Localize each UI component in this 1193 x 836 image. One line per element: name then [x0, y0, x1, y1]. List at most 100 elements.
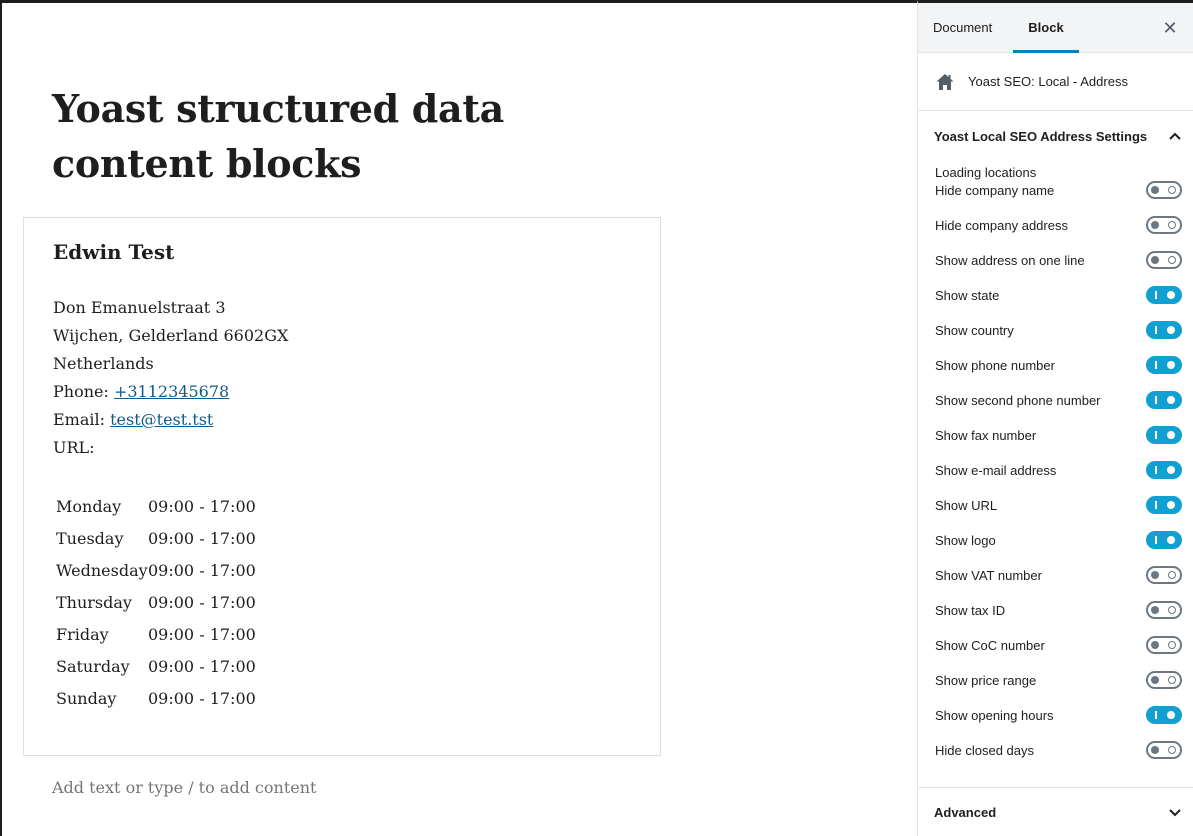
phone-line: Phone: +3112345678: [53, 378, 288, 406]
hours-time: 09:00 - 17:00: [148, 624, 256, 644]
toggle-switch[interactable]: [1146, 461, 1182, 479]
toggle-row: Show price range: [935, 671, 1183, 691]
toggle-label: Show URL: [935, 498, 998, 513]
toggle-on-mark: [1155, 711, 1157, 719]
toggle-switch[interactable]: [1146, 251, 1182, 269]
hours-time: 09:00 - 17:00: [148, 528, 256, 548]
add-block-placeholder[interactable]: Add text or type / to add content: [52, 778, 316, 797]
toggle-row: Show state: [935, 286, 1183, 306]
toggle-knob: [1151, 606, 1159, 614]
toggle-off-mark: [1168, 571, 1176, 579]
hours-day: Thursday: [56, 592, 132, 612]
toggle-switch[interactable]: [1146, 216, 1182, 234]
editor-canvas: Yoast structured data content blocks Edw…: [0, 0, 917, 836]
toggle-row: Show URL: [935, 496, 1183, 516]
advanced-panel-toggle[interactable]: Advanced: [918, 787, 1193, 836]
toggle-row: Hide company address: [935, 216, 1183, 236]
street-line: Don Emanuelstraat 3: [53, 298, 226, 317]
email-link[interactable]: test@test.tst: [110, 410, 213, 429]
tab-document[interactable]: Document: [933, 3, 992, 53]
toggle-knob: [1167, 536, 1175, 544]
block-card: Yoast SEO: Local - Address: [918, 54, 1193, 111]
toggle-row: Show phone number: [935, 356, 1183, 376]
hours-row: Wednesday 09:00 - 17:00: [56, 554, 256, 586]
toggle-label: Show country: [935, 323, 1014, 338]
toggle-label: Show opening hours: [935, 708, 1054, 723]
toggle-on-mark: [1155, 501, 1157, 509]
toggle-knob: [1151, 256, 1159, 264]
panel-title: Yoast Local SEO Address Settings: [934, 129, 1148, 144]
toggle-label: Show state: [935, 288, 1000, 303]
toggle-label: Show VAT number: [935, 568, 1042, 583]
toggle-knob: [1167, 466, 1175, 474]
toggle-label: Show CoC number: [935, 638, 1045, 653]
toggle-knob: [1151, 641, 1159, 649]
toggle-knob: [1151, 746, 1159, 754]
toggle-label: Show second phone number: [935, 393, 1101, 408]
toggle-switch[interactable]: [1146, 531, 1182, 549]
toggle-switch[interactable]: [1146, 391, 1182, 409]
hours-row: Saturday 09:00 - 17:00: [56, 650, 256, 682]
hours-row: Thursday 09:00 - 17:00: [56, 586, 256, 618]
toggle-off-mark: [1168, 221, 1176, 229]
toggle-label: Hide closed days: [935, 743, 1034, 758]
hours-day: Monday: [56, 496, 122, 516]
address-block[interactable]: Edwin Test Don Emanuelstraat 3 Wijchen, …: [23, 217, 661, 756]
toggle-off-mark: [1168, 641, 1176, 649]
tab-block[interactable]: Block: [1013, 3, 1079, 53]
toggle-switch[interactable]: [1146, 426, 1182, 444]
toggle-knob: [1167, 291, 1175, 299]
toggle-switch[interactable]: [1146, 636, 1182, 654]
toggle-switch[interactable]: [1146, 741, 1182, 759]
toggle-label: Show e-mail address: [935, 463, 1057, 478]
toggle-row: Hide company name: [935, 181, 1183, 201]
toggle-row: Show fax number: [935, 426, 1183, 446]
toggle-switch[interactable]: [1146, 566, 1182, 584]
hours-row: Monday 09:00 - 17:00: [56, 490, 256, 522]
post-title[interactable]: Yoast structured data content blocks: [52, 81, 572, 191]
phone-link[interactable]: +3112345678: [114, 382, 229, 401]
toggle-off-mark: [1168, 676, 1176, 684]
settings-sidebar: Document Block ✕ Yoast SEO: Local - Addr…: [917, 0, 1193, 836]
toggle-switch[interactable]: [1146, 671, 1182, 689]
address-lines: Don Emanuelstraat 3 Wijchen, Gelderland …: [53, 294, 288, 462]
toggle-row: Show e-mail address: [935, 461, 1183, 481]
toggle-label: Show address on one line: [935, 253, 1085, 268]
toggle-row: Show opening hours: [935, 706, 1183, 726]
hours-time: 09:00 - 17:00: [148, 496, 256, 516]
toggle-off-mark: [1168, 606, 1176, 614]
toggle-knob: [1167, 361, 1175, 369]
hours-day: Sunday: [56, 688, 117, 708]
opening-hours-table: Monday 09:00 - 17:00 Tuesday 09:00 - 17:00 W…: [56, 490, 256, 714]
toggle-off-mark: [1168, 186, 1176, 194]
close-icon[interactable]: ✕: [1161, 19, 1179, 37]
city-line: Wijchen, Gelderland 6602GX: [53, 326, 289, 345]
toggle-on-mark: [1155, 291, 1157, 299]
toggle-off-mark: [1168, 256, 1176, 264]
toggle-row: Show VAT number: [935, 566, 1183, 586]
block-card-title: Yoast SEO: Local - Address: [968, 74, 1128, 89]
hours-time: 09:00 - 17:00: [148, 656, 256, 676]
toggle-switch[interactable]: [1146, 601, 1182, 619]
hours-day: Friday: [56, 624, 109, 644]
phone-label: Phone:: [53, 382, 109, 401]
toggle-switch[interactable]: [1146, 181, 1182, 199]
chevron-up-icon: [1169, 132, 1181, 140]
chevron-down-icon: [1169, 809, 1181, 817]
toggle-knob: [1151, 221, 1159, 229]
toggle-label: Show tax ID: [935, 603, 1006, 618]
toggle-knob: [1167, 396, 1175, 404]
toggle-switch[interactable]: [1146, 496, 1182, 514]
toggle-label: Show phone number: [935, 358, 1055, 373]
toggle-switch[interactable]: [1146, 356, 1182, 374]
toggle-knob: [1167, 501, 1175, 509]
toggle-switch[interactable]: [1146, 286, 1182, 304]
settings-panel-toggle[interactable]: Yoast Local SEO Address Settings: [918, 113, 1193, 159]
hours-row: Sunday 09:00 - 17:00: [56, 682, 256, 714]
toggle-label: Hide company address: [935, 218, 1068, 233]
toggle-row: Show second phone number: [935, 391, 1183, 411]
toggle-switch[interactable]: [1146, 706, 1182, 724]
toggle-switch[interactable]: [1146, 321, 1182, 339]
hours-row: Tuesday 09:00 - 17:00: [56, 522, 256, 554]
email-line: Email: test@test.tst: [53, 406, 288, 434]
